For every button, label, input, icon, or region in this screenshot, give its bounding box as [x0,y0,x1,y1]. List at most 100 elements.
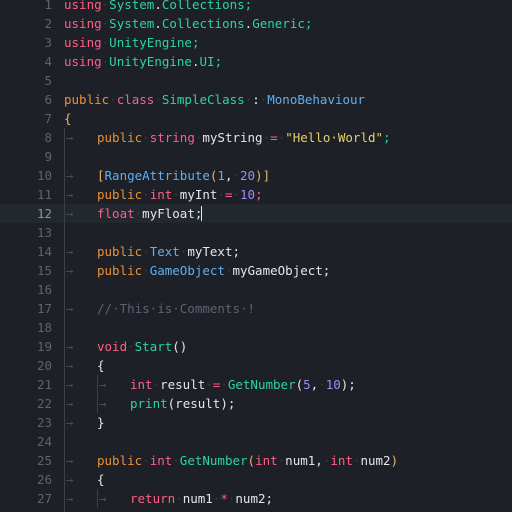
indent-guide [64,299,65,318]
indent-guide [64,128,65,147]
indent-guide [64,261,65,280]
line-content[interactable]: using·System.Collections.Generic; [64,14,312,33]
indent-guide [64,356,65,375]
editor-line[interactable]: 9 [0,147,512,166]
indent-guide [64,489,65,508]
editor-line[interactable]: 5 [0,71,512,90]
editor-line[interactable]: 23 → } [0,413,512,432]
line-number: 25 [36,453,52,468]
line-content[interactable]: { [64,109,72,128]
editor-line[interactable]: 17 → //·This·is·Comments·! [0,299,512,318]
line-content[interactable]: return·num1·*·num2; [130,489,273,508]
line-number: 21 [36,377,52,392]
line-number: 15 [36,263,52,278]
indent-guide [97,375,98,394]
editor-line[interactable]: 7 { [0,109,512,128]
tab-arrow-icon: → [66,206,74,221]
line-content[interactable]: } [97,413,105,432]
line-content[interactable]: using·UnityEngine.UI; [64,52,222,71]
tab-arrow-icon: → [66,472,74,487]
line-number: 11 [36,187,52,202]
editor-line[interactable]: 8 → public·string·myString·=·"Hello·Worl… [0,128,512,147]
editor-line[interactable]: 16 [0,280,512,299]
editor-line[interactable]: 2 using·System.Collections.Generic; [0,14,512,33]
editor-line[interactable]: 18 [0,318,512,337]
editor-line-active[interactable]: 12 → float·myFloat; [0,204,512,223]
line-number: 1 [44,0,52,12]
line-content[interactable]: public·Text·myText; [97,242,240,261]
line-number: 9 [44,149,52,164]
line-number: 28 [0,508,52,512]
tab-arrow-icon: → [66,358,74,373]
line-content[interactable]: public·class·SimpleClass·:·MonoBehaviour [64,90,365,109]
indent-guide [64,223,65,242]
indent-guide [64,394,65,413]
line-number: 3 [44,35,52,50]
indent-guide [64,242,65,261]
line-content[interactable]: { [97,470,105,489]
indent-guide [64,432,65,451]
tab-arrow-icon: → [66,415,74,430]
line-content[interactable]: { [97,356,105,375]
line-number: 14 [36,244,52,259]
indent-guide [64,451,65,470]
line-number: 17 [36,301,52,316]
editor-line[interactable]: 15 → public·GameObject·myGameObject; [0,261,512,280]
editor-line[interactable]: 6 public·class·SimpleClass·:·MonoBehavio… [0,90,512,109]
line-number: 7 [44,111,52,126]
line-content[interactable]: using·UnityEngine; [64,33,200,52]
indent-guide [64,337,65,356]
line-number: 27 [36,491,52,506]
indent-guide [64,508,65,512]
editor-line[interactable]: 3 using·UnityEngine; [0,33,512,52]
line-number: 10 [36,168,52,183]
editor-line[interactable]: 28 → } [0,508,512,512]
editor-line[interactable]: 20 → { [0,356,512,375]
editor-line[interactable]: 24 [0,432,512,451]
line-number: 8 [44,130,52,145]
editor-line[interactable]: 14 → public·Text·myText; [0,242,512,261]
line-content[interactable]: int·result·=·GetNumber(5,·10); [130,375,356,394]
tab-arrow-icon: → [66,301,74,316]
line-content[interactable]: void·Start() [97,337,187,356]
editor-line[interactable]: 25 → public·int·GetNumber(int·num1,·int·… [0,451,512,470]
line-number: 6 [44,92,52,107]
editor-line[interactable]: 1 using·System.Collections; [0,0,512,14]
editor-line[interactable]: 21 → → int·result·=·GetNumber(5,·10); [0,375,512,394]
editor-line[interactable]: 27 → → return·num1·*·num2; [0,489,512,508]
line-content[interactable]: public·string·myString·=·"Hello·World"; [97,128,391,147]
tab-arrow-icon: → [66,263,74,278]
editor-line[interactable]: 13 [0,223,512,242]
tab-arrow-icon: → [66,508,74,512]
line-content-comment[interactable]: //·This·is·Comments·! [97,299,255,318]
line-content[interactable]: float·myFloat; [97,204,203,223]
line-content[interactable]: public·int·GetNumber(int·num1,·int·num2) [97,451,398,470]
tab-arrow-icon: → [66,130,74,145]
tab-arrow-icon: → [66,377,74,392]
line-content[interactable]: print(result); [130,394,235,413]
editor-line[interactable]: 11 → public·int·myInt·=·10; [0,185,512,204]
line-number: 20 [36,358,52,373]
tab-arrow-icon: → [66,396,74,411]
line-number: 12 [36,206,52,221]
tab-arrow-icon: → [99,377,107,392]
indent-guide [64,147,65,166]
editor-scroll-container[interactable]: 1 using·System.Collections; 2 using·Syst… [0,0,512,512]
tab-arrow-icon: → [66,339,74,354]
line-content[interactable]: public·GameObject·myGameObject; [97,261,330,280]
line-content[interactable]: public·int·myInt·=·10; [97,185,263,204]
editor-line[interactable]: 19 → void·Start() [0,337,512,356]
line-content[interactable]: [RangeAttribute(1,·20)] [97,166,270,185]
editor-line[interactable]: 26 → { [0,470,512,489]
line-number: 16 [36,282,52,297]
line-number: 23 [36,415,52,430]
editor-line[interactable]: 22 → → print(result); [0,394,512,413]
editor-line[interactable]: 10 → [RangeAttribute(1,·20)] [0,166,512,185]
line-number: 5 [44,73,52,88]
line-content[interactable]: } [97,508,105,512]
indent-guide [64,280,65,299]
indent-guide [64,166,65,185]
line-content[interactable]: using·System.Collections; [64,0,252,14]
editor-line[interactable]: 4 using·UnityEngine.UI; [0,52,512,71]
code-editor[interactable]: 1 using·System.Collections; 2 using·Syst… [0,0,512,512]
